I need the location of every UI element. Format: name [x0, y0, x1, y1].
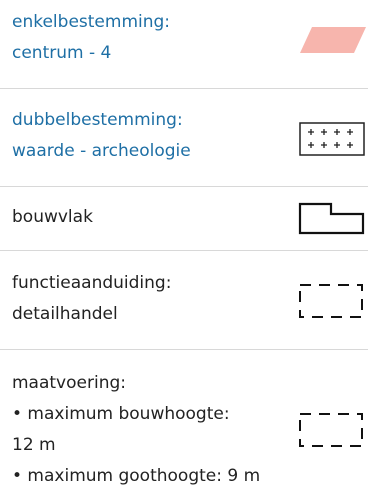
legend-item-enkelbestemming: enkelbestemming: centrum - 4 — [0, 0, 368, 88]
legend-item-bouwvlak: bouwvlak — [0, 187, 368, 250]
legend-label-line: bouwvlak — [12, 207, 93, 227]
plus-grid-icon — [299, 122, 365, 156]
dashed-rectangle-icon — [299, 284, 363, 318]
legend-item-functieaanduiding: functieaanduiding: detailhandel — [0, 251, 368, 349]
pink-parallelogram-icon — [300, 27, 366, 53]
legend-item-label: maatvoering: • maximum bouwhoogte: 12 m … — [12, 368, 260, 492]
legend-item-dubbelbestemming: dubbelbestemming: waarde - archeologie — [0, 89, 368, 186]
legend-label-line: enkelbestemming: — [12, 12, 171, 32]
legend-label-line: • maximum bouwhoogte: — [12, 404, 230, 424]
legend-label-line: dubbelbestemming: — [12, 110, 183, 130]
map-legend: enkelbestemming: centrum - 4 dubbelbeste… — [0, 0, 368, 495]
legend-item-maatvoering: maatvoering: • maximum bouwhoogte: 12 m … — [0, 350, 368, 495]
legend-label-line: detailhandel — [12, 304, 118, 324]
legend-item-label: dubbelbestemming: waarde - archeologie — [12, 105, 191, 167]
legend-label-line: 12 m — [12, 435, 56, 455]
legend-label-line: • maximum goothoogte: 9 m — [12, 466, 261, 486]
legend-label-line: functieaanduiding: — [12, 273, 172, 293]
dashed-rectangle-icon — [299, 413, 363, 447]
building-plane-icon — [298, 202, 365, 235]
legend-item-label: enkelbestemming: centrum - 4 — [12, 7, 170, 69]
legend-label-line: centrum - 4 — [12, 43, 112, 63]
legend-label-line: maatvoering: — [12, 373, 126, 393]
legend-label-line: waarde - archeologie — [12, 141, 191, 161]
legend-item-label: functieaanduiding: detailhandel — [12, 268, 171, 330]
legend-item-label: bouwvlak — [12, 202, 93, 233]
